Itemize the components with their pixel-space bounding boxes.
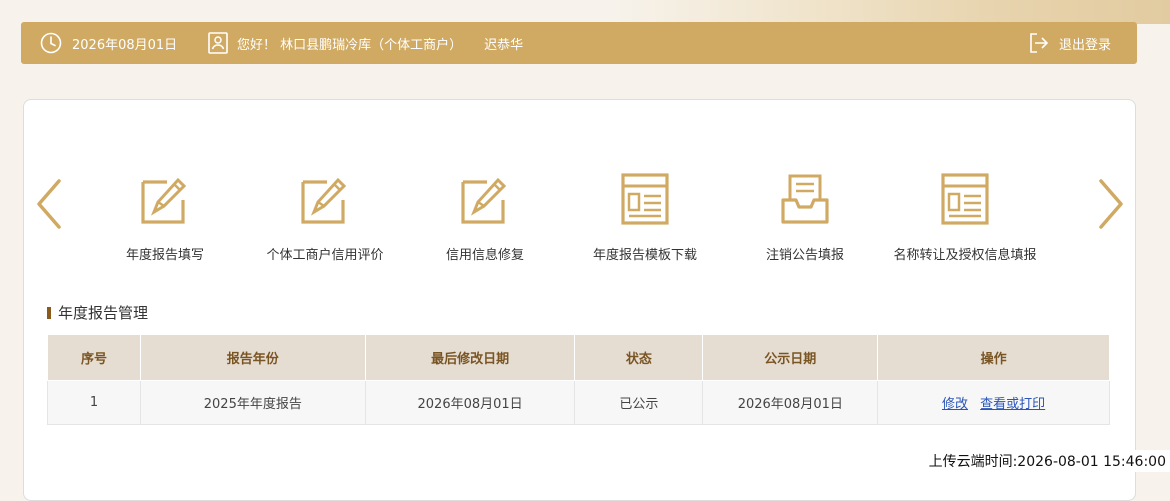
menu-item-label: 个体工商户信用评价 [266,248,384,263]
chevron-left-icon [34,179,64,234]
menu-item-label: 注销公告填报 [765,248,844,263]
date-display: 2026年08月01日 [40,22,177,64]
table-header-row: 序号 报告年份 最后修改日期 状态 公示日期 操作 [47,334,1110,381]
cell-publish: 2026年08月01日 [702,380,879,425]
menu-item-template-download[interactable]: 年度报告模板下载 [555,172,735,263]
main-panel: 年度报告填写 个体工商户信用评价 信用信息修复 年度报告模板下载 注销公告填报 … [23,99,1136,501]
form-window-icon [555,172,735,228]
column-header-status: 状态 [574,334,704,381]
cell-status: 已公示 [574,380,704,425]
column-header-publish: 公示日期 [702,334,879,381]
clock-icon [40,32,62,54]
section-title-text: 年度报告管理 [58,304,149,322]
user-card-icon [208,32,228,54]
column-header-year: 报告年份 [139,334,366,381]
cell-year: 2025年年度报告 [139,380,366,425]
cell-modified: 2026年08月01日 [364,380,576,425]
column-header-modified: 最后修改日期 [364,334,576,381]
greeting-text: 您好！ 林口县鹏瑞冷库（个体工商户） [237,37,463,53]
logout-button[interactable]: 退出登录 [1029,22,1111,64]
menu-item-label: 年度报告填写 [125,248,204,263]
menu-item-label: 名称转让及授权信息填报 [893,248,1037,263]
form-window-icon [875,172,1055,228]
section-title-marker [47,306,51,319]
menu-item-credit-repair[interactable]: 信用信息修复 [395,172,575,263]
top-bar: 2026年08月01日 您好！ 林口县鹏瑞冷库（个体工商户） 迟恭华 退出登录 [21,22,1137,64]
tray-document-icon [715,172,895,228]
section-title: 年度报告管理 [47,302,148,323]
carousel-prev-button[interactable] [34,178,64,234]
report-table: 序号 报告年份 最后修改日期 状态 公示日期 操作 1 2025年年度报告 20… [47,334,1110,425]
menu-item-label: 年度报告模板下载 [592,248,697,263]
menu-item-deregistration-notice[interactable]: 注销公告填报 [715,172,895,263]
cell-actions: 修改 查看或打印 [877,380,1110,425]
menu-item-annual-report[interactable]: 年度报告填写 [75,172,255,263]
edit-icon [395,172,575,228]
table-row: 1 2025年年度报告 2026年08月01日 已公示 2026年08月01日 … [47,380,1110,425]
column-header-actions: 操作 [877,334,1110,381]
view-print-link[interactable]: 查看或打印 [980,397,1045,412]
menu-item-label: 信用信息修复 [445,248,524,263]
edit-icon [75,172,255,228]
cell-index: 1 [47,380,141,425]
edit-link[interactable]: 修改 [942,397,968,412]
menu-item-name-transfer[interactable]: 名称转让及授权信息填报 [875,172,1055,263]
background-decoration [610,0,1170,24]
chevron-right-icon [1096,179,1126,234]
column-header-index: 序号 [47,334,141,381]
menu-item-credit-evaluation[interactable]: 个体工商户信用评价 [235,172,415,263]
upload-time: 上传云端时间:2026-08-01 15:46:00 [924,450,1170,472]
person-name: 迟恭华 [484,37,524,53]
edit-icon [235,172,415,228]
logout-label: 退出登录 [1058,37,1111,53]
current-date: 2026年08月01日 [72,37,178,53]
user-info: 您好！ 林口县鹏瑞冷库（个体工商户） 迟恭华 [208,22,523,64]
carousel-next-button[interactable] [1096,178,1126,234]
logout-icon [1029,32,1049,54]
